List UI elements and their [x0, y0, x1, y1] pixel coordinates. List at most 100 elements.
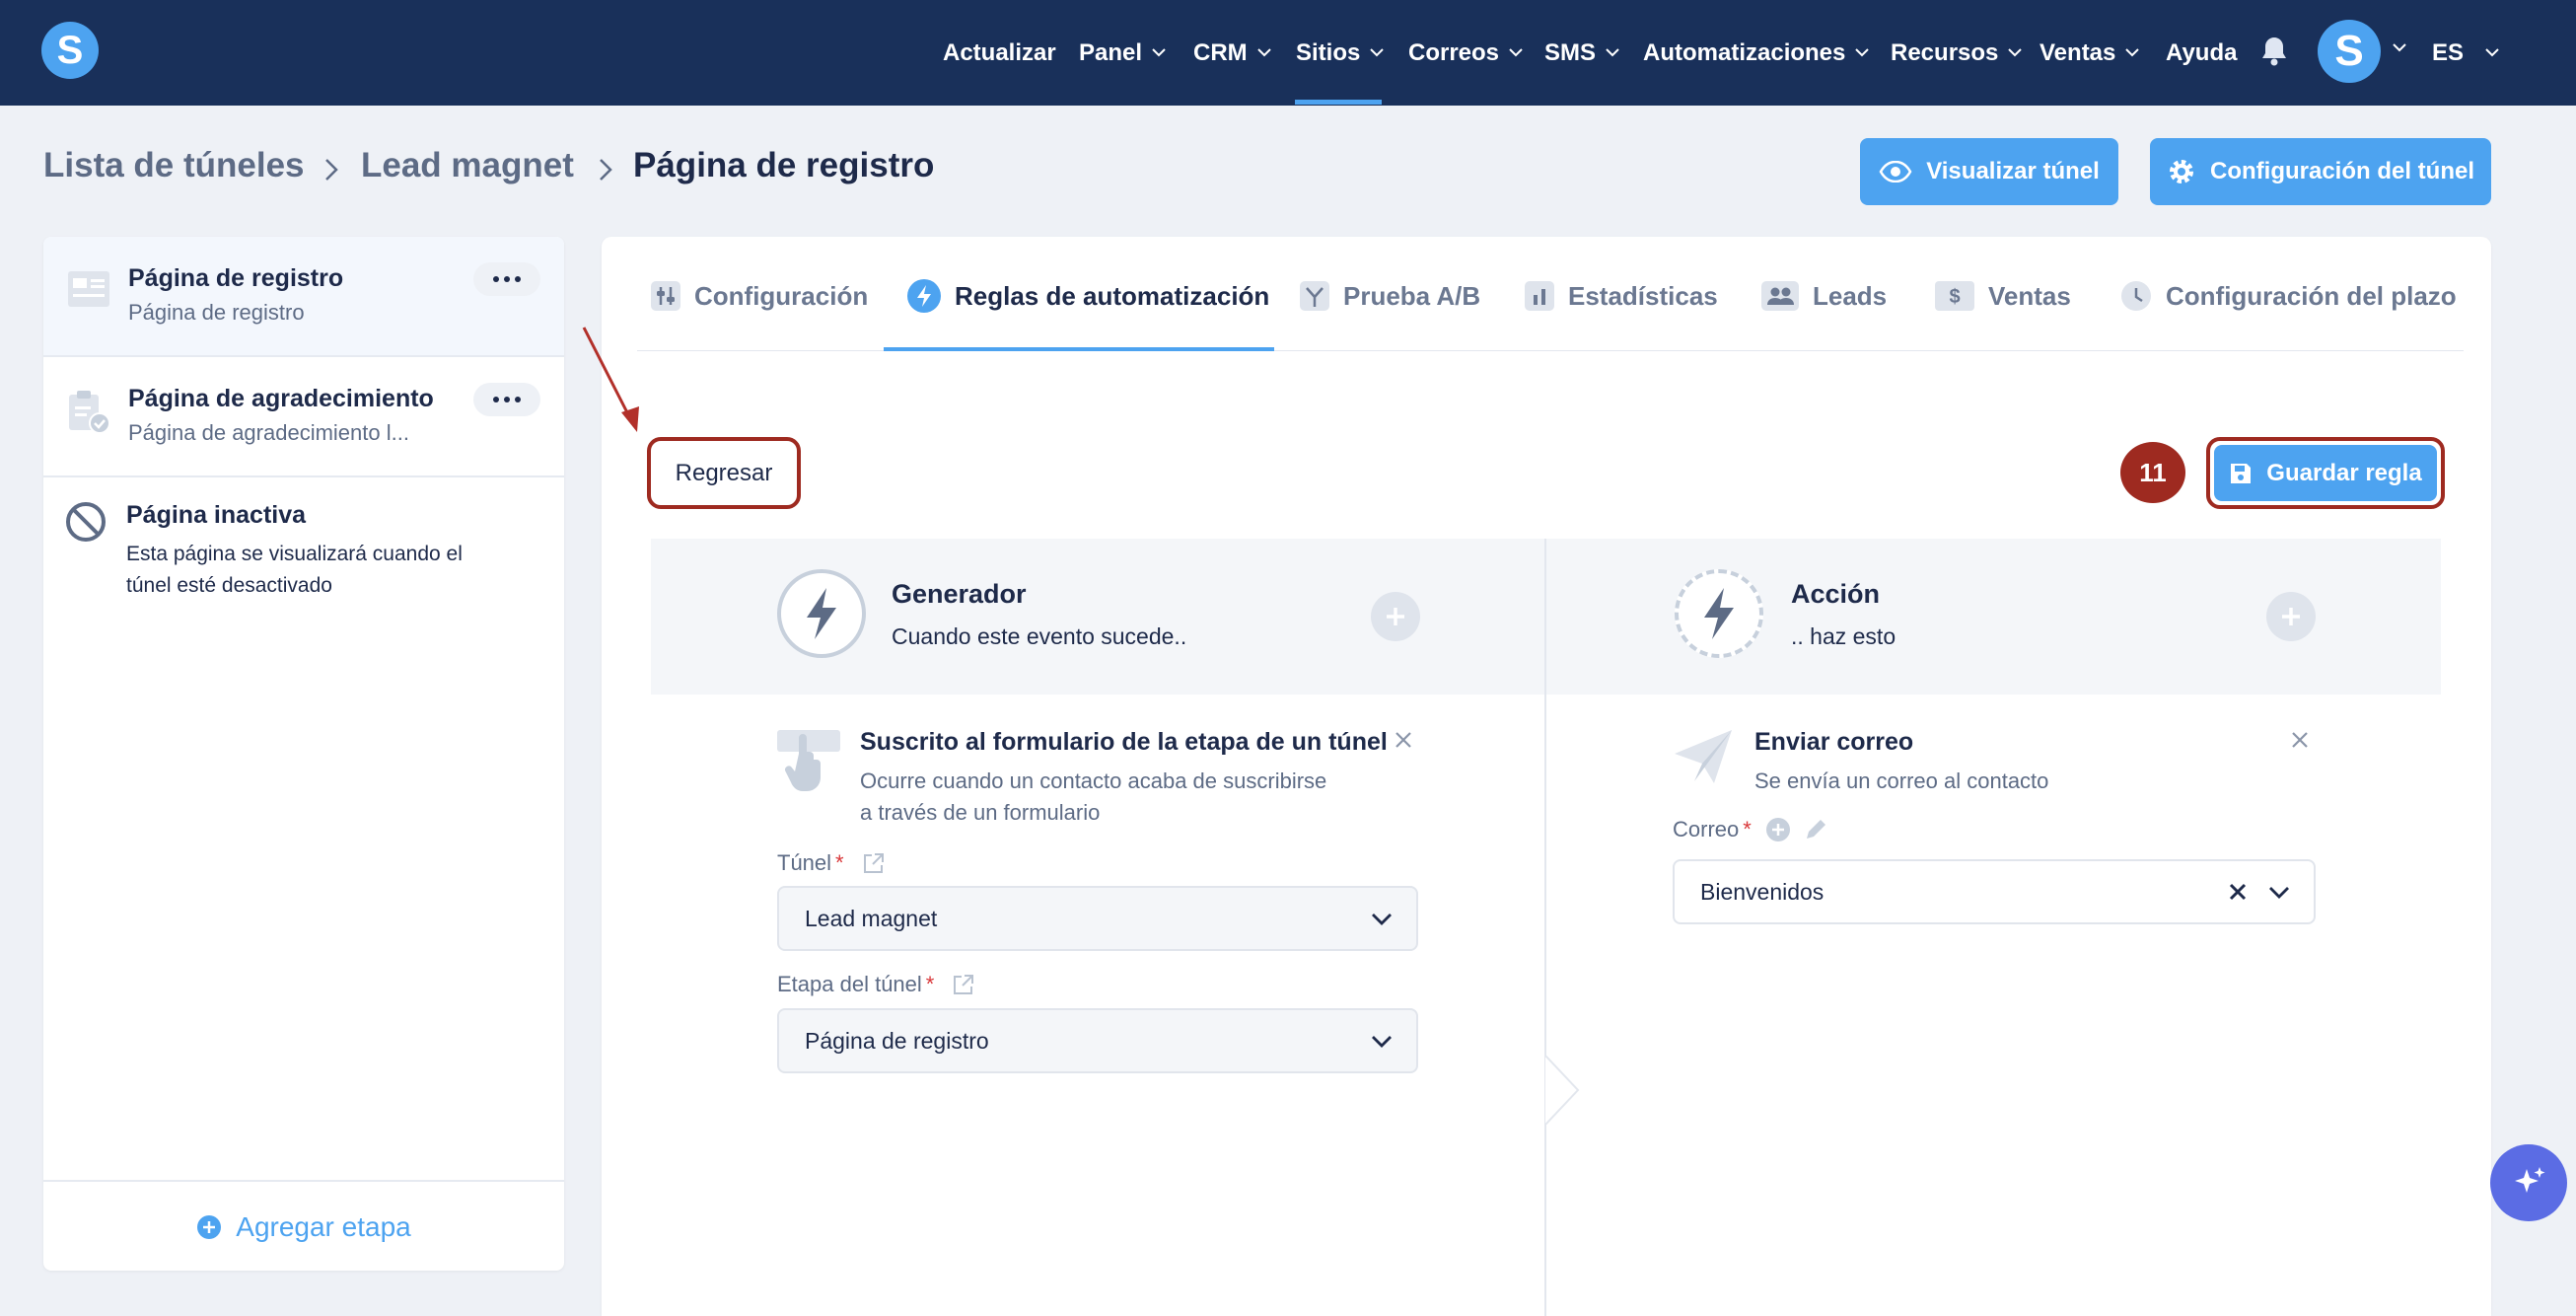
add-action-button[interactable] — [2266, 592, 2316, 641]
save-rule-button[interactable]: Guardar regla — [2214, 445, 2437, 501]
remove-trigger-close-icon[interactable] — [1394, 730, 1413, 750]
chevron-down-icon — [1509, 48, 1523, 57]
breadcrumb-funnel[interactable]: Lead magnet — [361, 146, 574, 185]
svg-text:$: $ — [1949, 286, 1960, 308]
nav-panel[interactable]: Panel — [1079, 0, 1166, 106]
stage-description: Esta página se visualizará cuando el tún… — [126, 539, 463, 602]
funnel-stage-select[interactable]: Página de registro — [777, 1008, 1418, 1073]
chevron-right-icon — [325, 159, 338, 181]
stage-title: Página de agradecimiento — [128, 385, 434, 412]
chevron-down-icon — [1855, 48, 1870, 57]
chevron-down-icon — [2269, 886, 2289, 899]
clear-selection-icon[interactable] — [2229, 883, 2247, 901]
language-selector[interactable]: ES — [2432, 0, 2499, 106]
tab-configuracion-del-plazo[interactable]: Configuración del plazo — [2120, 264, 2457, 328]
nav-active-indicator — [1295, 100, 1382, 105]
stage-more-button[interactable] — [473, 383, 540, 416]
external-link-icon[interactable] — [952, 973, 975, 996]
action-item-description: Se envía un correo al contacto — [1754, 768, 2049, 793]
email-field-label: Correo * — [1673, 817, 1828, 842]
required-asterisk: * — [925, 972, 935, 996]
add-trigger-button[interactable] — [1371, 592, 1420, 641]
active-tab-indicator — [884, 347, 1274, 351]
save-rule-label: Guardar regla — [2266, 459, 2422, 486]
pencil-icon[interactable] — [1803, 817, 1828, 842]
trigger-item-description: Ocurre cuando un contacto acaba de suscr… — [860, 766, 1326, 829]
nav-label: Sitios — [1296, 38, 1361, 66]
trigger-heading: Generador — [892, 579, 1027, 609]
chevron-down-icon — [1372, 913, 1392, 925]
tab-label: Reglas de automatización — [955, 280, 1270, 311]
tab-leads[interactable]: Leads — [1761, 264, 1887, 328]
add-stage-button[interactable]: Agregar etapa — [43, 1180, 564, 1271]
plus-circle-icon[interactable] — [1765, 817, 1791, 842]
nav-correos[interactable]: Correos — [1408, 0, 1523, 106]
dollar-icon: $ — [1935, 281, 1974, 311]
stage-item-thank-you[interactable]: Página de agradecimiento Página de agrad… — [43, 357, 564, 475]
chevron-right-icon — [600, 159, 612, 181]
nav-recursos[interactable]: Recursos — [1891, 0, 2023, 106]
nav-sms[interactable]: SMS — [1544, 0, 1619, 106]
nav-ventas[interactable]: Ventas — [2039, 0, 2140, 106]
nav-crm[interactable]: CRM — [1193, 0, 1271, 106]
chevron-down-icon — [1256, 48, 1271, 57]
nav-sitios[interactable]: Sitios — [1296, 0, 1385, 106]
stage-item-registration[interactable]: Página de registro Página de registro — [43, 237, 564, 355]
disabled-icon — [66, 502, 106, 542]
email-select[interactable]: Bienvenidos — [1673, 859, 2316, 924]
stage-more-button[interactable] — [473, 262, 540, 296]
tab-label: Configuración del plazo — [2166, 280, 2457, 311]
breadcrumb-funnel-list[interactable]: Lista de túneles — [43, 146, 305, 185]
stage-description-line: túnel esté desactivado — [126, 574, 332, 597]
eye-icon — [1879, 161, 1912, 183]
email-select-value: Bienvenidos — [1700, 878, 1825, 905]
bell-icon[interactable] — [2260, 36, 2288, 67]
funnel-settings-button[interactable]: Configuración del túnel — [2150, 138, 2491, 205]
action-bolt-icon — [1675, 569, 1763, 658]
clock-icon — [2121, 281, 2151, 311]
stage-subtitle: Página de registro — [128, 300, 305, 325]
column-divider — [1544, 539, 1546, 1316]
trigger-item-description-line: Ocurre cuando un contacto acaba de suscr… — [860, 768, 1327, 793]
external-link-icon[interactable] — [862, 851, 886, 875]
preview-funnel-label: Visualizar túnel — [1926, 158, 2100, 184]
nav-label: Actualizar — [943, 38, 1056, 66]
nav-ayuda[interactable]: Ayuda — [2166, 0, 2237, 106]
nav-actualizar[interactable]: Actualizar — [943, 0, 1056, 106]
ai-assistant-button[interactable] — [2490, 1144, 2567, 1221]
trigger-subheading: Cuando este evento sucede.. — [892, 623, 1187, 649]
preview-funnel-button[interactable]: Visualizar túnel — [1860, 138, 2118, 205]
nav-label: CRM — [1193, 38, 1248, 66]
stage-item-inactive[interactable]: Página inactiva Esta página se visualiza… — [43, 477, 564, 616]
funnel-stage-select-value: Página de registro — [805, 1027, 989, 1054]
back-button[interactable]: Regresar — [647, 437, 801, 509]
nav-automatizaciones[interactable]: Automatizaciones — [1643, 0, 1870, 106]
chevron-down-icon — [2125, 48, 2140, 57]
tab-label: Configuración — [694, 280, 869, 311]
tab-estadisticas[interactable]: Estadísticas — [1525, 264, 1718, 328]
split-icon — [1300, 281, 1329, 311]
tab-configuracion[interactable]: Configuración — [651, 264, 868, 328]
app-logo[interactable]: S — [41, 22, 99, 79]
nav-label: Ayuda — [2166, 38, 2238, 66]
nav-label: SMS — [1544, 38, 1597, 66]
save-icon — [2231, 463, 2252, 483]
gear-icon — [2170, 160, 2193, 183]
chevron-down-icon — [2485, 48, 2499, 57]
stage-subtitle: Página de agradecimiento l... — [128, 420, 409, 445]
required-asterisk: * — [1743, 817, 1752, 841]
funnel-stage-label-text: Etapa del túnel — [777, 972, 922, 996]
email-label-text: Correo — [1673, 817, 1740, 841]
tab-prueba-ab[interactable]: Prueba A/B — [1300, 264, 1480, 328]
funnel-stage-field-label: Etapa del túnel * — [777, 972, 975, 997]
tab-ventas[interactable]: $ Ventas — [1935, 264, 2071, 328]
bolt-icon — [907, 279, 941, 313]
nav-label: Ventas — [2039, 38, 2116, 66]
user-avatar[interactable]: S — [2318, 20, 2381, 83]
bar-chart-icon — [1525, 281, 1554, 311]
funnel-select[interactable]: Lead magnet — [777, 886, 1418, 951]
chevron-down-icon — [1372, 1035, 1392, 1048]
tab-reglas-de-automatizacion[interactable]: Reglas de automatización — [907, 264, 1269, 328]
chevron-down-icon[interactable] — [2393, 43, 2406, 52]
remove-action-close-icon[interactable] — [2290, 730, 2310, 750]
